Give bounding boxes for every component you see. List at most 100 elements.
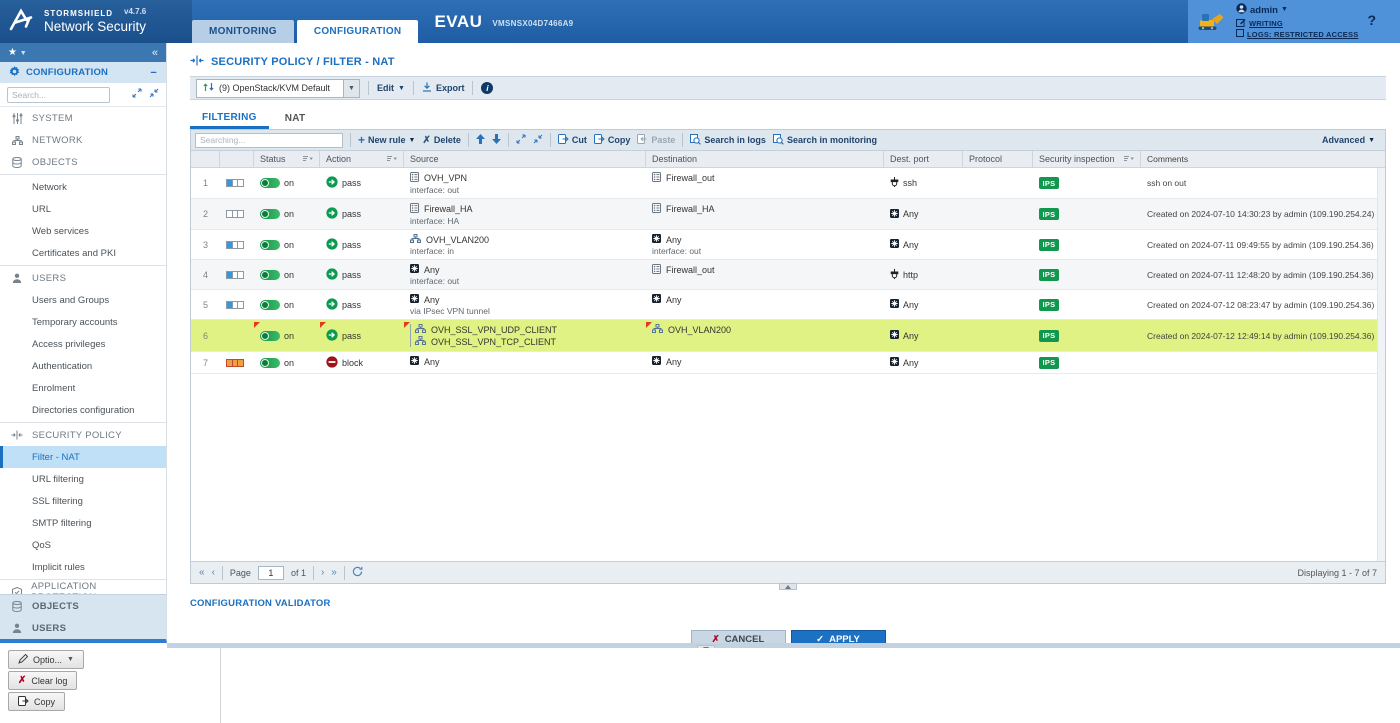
nav-tab-monitoring[interactable]: MONITORING [192,20,294,43]
sidebar-search-input[interactable] [7,87,110,103]
sidebar-item-users-and-groups[interactable]: Users and Groups [0,289,166,311]
sidebar-item-ssl-filtering[interactable]: SSL filtering [0,490,166,512]
collapse-section-icon[interactable]: − [150,67,157,79]
copy-log-button[interactable]: Copy [8,692,65,711]
rule-action[interactable]: block [320,352,404,373]
rule-security-inspection[interactable]: IPS [1033,168,1141,198]
new-rule-button[interactable]: +New rule▼ [358,133,415,147]
sidebar-item-web-services[interactable]: Web services [0,220,166,242]
delete-button[interactable]: ✗Delete [422,135,460,146]
sort-icon[interactable] [387,154,397,164]
refresh-icon[interactable] [352,566,363,580]
rule-source[interactable]: OVH_SSL_VPN_UDP_CLIENTOVH_SSL_VPN_TCP_CL… [404,320,646,351]
rule-destination[interactable]: Firewall_out [646,168,884,198]
logs-access-link[interactable]: LOGS: RESTRICTED ACCESS [1236,29,1358,39]
options-button[interactable]: Optio... ▼ [8,650,84,669]
rules-search-input[interactable] [195,133,343,148]
rule-dest-port[interactable]: http [884,260,963,289]
rule-action[interactable]: pass [320,260,404,289]
sidebar-item-certificates-and-pki[interactable]: Certificates and PKI [0,242,166,264]
rule-dest-port[interactable]: Any [884,230,963,259]
sidebar-module-users[interactable]: USERS [0,617,166,639]
policy-selector[interactable]: (9) OpenStack/KVM Default ▼ [196,79,360,98]
rule-source[interactable]: Anyvia IPsec VPN tunnel [404,290,646,319]
nav-tab-configuration[interactable]: CONFIGURATION [297,20,419,43]
rule-row-3[interactable]: 3onpassOVH_VLAN200interface: inAnyinterf… [191,230,1385,260]
sidebar-item-network[interactable]: NETWORK [0,129,166,151]
rule-source[interactable]: Firewall_HAinterface: HA [404,199,646,229]
col-status[interactable]: Status [254,151,320,167]
move-down-icon[interactable] [492,134,501,147]
rule-status-toggle[interactable]: on [254,352,320,373]
next-page-icon[interactable]: › [321,567,324,578]
col-security-inspection[interactable]: Security inspection [1033,151,1141,167]
rule-row-2[interactable]: 2onpassFirewall_HAinterface: HAFirewall_… [191,199,1385,230]
search-in-logs-button[interactable]: Search in logs [690,134,766,147]
collapse-sidebar-icon[interactable]: « [152,47,158,59]
rule-security-inspection[interactable]: IPS [1033,230,1141,259]
rule-status-toggle[interactable]: on [254,320,320,351]
export-button[interactable]: Export [422,82,465,94]
copy-button[interactable]: Copy [594,134,631,146]
configuration-validator-link[interactable]: CONFIGURATION VALIDATOR [190,598,1386,609]
view-tab-nat[interactable]: NAT [273,108,318,129]
rule-source[interactable]: Any [404,352,646,373]
info-icon[interactable]: i [481,82,493,94]
last-page-icon[interactable]: » [331,567,337,578]
move-up-icon[interactable] [476,134,485,147]
rule-destination[interactable]: Any [646,290,884,319]
writing-mode-link[interactable]: WRITING [1236,18,1358,29]
rule-action[interactable]: pass [320,320,404,351]
rule-row-7[interactable]: 7onblockAnyAnyAnyIPS [191,352,1385,374]
clear-log-button[interactable]: ✗ Clear log [8,671,77,690]
expand-all-icon[interactable] [149,88,159,101]
page-input[interactable] [258,566,284,580]
rule-row-6[interactable]: 6onpassOVH_SSL_VPN_UDP_CLIENTOVH_SSL_VPN… [191,320,1385,352]
help-button[interactable]: ? [1367,12,1376,28]
sidebar-item-qos[interactable]: QoS [0,534,166,556]
rule-status-toggle[interactable]: on [254,199,320,229]
chevron-down-icon[interactable]: ▼ [344,79,360,98]
sidebar-item-network[interactable]: Network [0,176,166,198]
rule-status-toggle[interactable]: on [254,230,320,259]
rule-dest-port[interactable]: Any [884,199,963,229]
rule-source[interactable]: OVH_VPNinterface: out [404,168,646,198]
sidebar-item-temporary-accounts[interactable]: Temporary accounts [0,311,166,333]
rule-dest-port[interactable]: Any [884,290,963,319]
rule-destination[interactable]: Anyinterface: out [646,230,884,259]
rule-source[interactable]: OVH_VLAN200interface: in [404,230,646,259]
sidebar-item-objects[interactable]: OBJECTS [0,151,166,173]
user-menu[interactable]: admin ▼ [1236,3,1358,18]
sidebar-item-url-filtering[interactable]: URL filtering [0,468,166,490]
first-page-icon[interactable]: « [199,567,205,578]
rule-security-inspection[interactable]: IPS [1033,199,1141,229]
search-in-monitoring-button[interactable]: Search in monitoring [773,134,877,147]
sidebar-item-authentication[interactable]: Authentication [0,355,166,377]
rule-security-inspection[interactable]: IPS [1033,290,1141,319]
rule-destination[interactable]: Firewall_out [646,260,884,289]
rule-security-inspection[interactable]: IPS [1033,320,1141,351]
col-protocol[interactable]: Protocol [963,151,1033,167]
sidebar-item-application-protection[interactable]: APPLICATION PROTECTION [0,581,166,594]
rule-action[interactable]: pass [320,168,404,198]
sidebar-item-access-privileges[interactable]: Access privileges [0,333,166,355]
prev-page-icon[interactable]: ‹ [212,567,215,578]
sidebar-item-smtp-filtering[interactable]: SMTP filtering [0,512,166,534]
favorites-star-icon[interactable]: ★ ▼ [8,47,27,58]
collapse-all-icon[interactable] [132,88,142,101]
rule-destination[interactable]: Firewall_HA [646,199,884,229]
cut-button[interactable]: Cut [558,134,587,146]
sort-icon[interactable] [303,154,313,164]
col-dest-port[interactable]: Dest. port [884,151,963,167]
rule-status-toggle[interactable]: on [254,290,320,319]
rule-dest-port[interactable]: Any [884,352,963,373]
expand-rows-icon[interactable] [533,134,543,147]
rule-destination[interactable]: Any [646,352,884,373]
rule-security-inspection[interactable]: IPS [1033,260,1141,289]
sidebar-item-system[interactable]: SYSTEM [0,107,166,129]
sidebar-item-implicit-rules[interactable]: Implicit rules [0,556,166,578]
sort-icon[interactable] [1124,154,1134,164]
view-tab-filtering[interactable]: FILTERING [190,108,269,129]
advanced-button[interactable]: Advanced▼ [1322,135,1381,145]
sidebar-item-filter-nat[interactable]: Filter - NAT [0,446,166,468]
